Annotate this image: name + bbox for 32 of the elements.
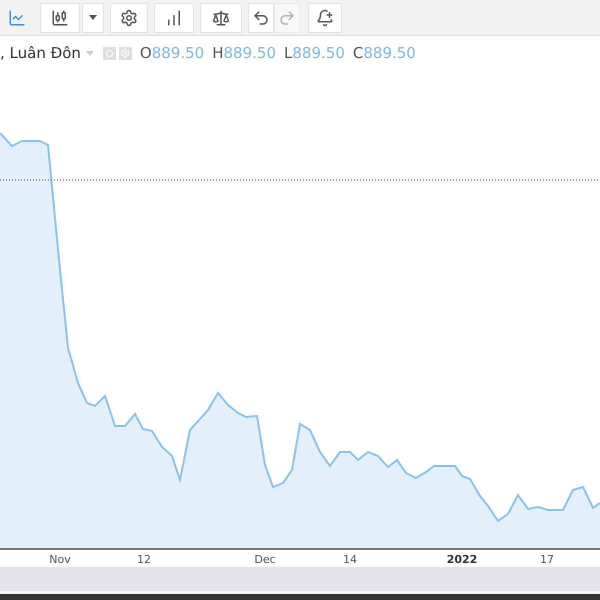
compare-button[interactable]	[200, 2, 242, 32]
candles-button[interactable]	[40, 2, 80, 32]
bell-plus-icon	[316, 8, 334, 26]
scroll-bar[interactable]	[0, 567, 600, 591]
candlestick-icon	[51, 8, 69, 26]
ohlc-label: L	[284, 42, 292, 64]
ohlc-label: H	[212, 42, 224, 64]
axis-label: 17	[540, 552, 554, 568]
axis-label: Dec	[254, 552, 276, 568]
axis-label: 14	[343, 552, 357, 568]
bar-chart-icon	[165, 8, 183, 26]
axis-label: 12	[137, 552, 151, 568]
ohlc-value: 889.50	[152, 42, 204, 64]
scale-icon	[212, 8, 230, 26]
redo-icon	[278, 8, 296, 26]
ohlc-value: 889.50	[363, 42, 416, 64]
axis-label: Nov	[49, 552, 71, 568]
settings-icon	[120, 8, 138, 26]
axis-label: 2022	[446, 552, 478, 568]
dropdown-button[interactable]	[82, 2, 104, 32]
alert-button[interactable]	[308, 2, 342, 32]
ohlc-label: O	[140, 42, 152, 64]
undo-button[interactable]	[248, 2, 274, 32]
ohlc-label: C	[352, 42, 364, 64]
indicators-button[interactable]	[154, 2, 194, 32]
ohlc-value: 889.50	[292, 42, 345, 64]
symbol-title: , Luân Đôn	[0, 42, 81, 64]
ohlc-value: 889.50	[224, 42, 276, 64]
line-chart-icon	[8, 8, 26, 26]
undo-icon	[252, 8, 270, 26]
settings-button[interactable]	[110, 2, 148, 32]
caret-icon	[89, 15, 97, 20]
